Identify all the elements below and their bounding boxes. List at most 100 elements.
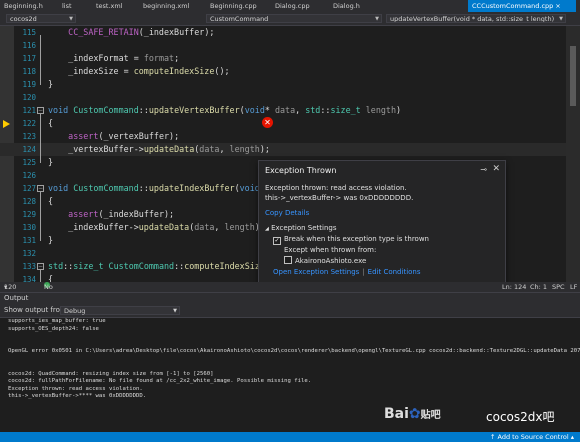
line-number: 134 [22, 275, 36, 282]
vertical-scrollbar[interactable] [566, 26, 580, 282]
whitespace-mode[interactable]: SPC [552, 282, 565, 292]
code-line[interactable]: 119} [0, 78, 580, 91]
output-line: this->_vertexBuffer->**** was 0xDDDDDDDD… [8, 393, 147, 399]
code-line[interactable]: 115 CC_SAFE_RETAIN(_indexBuffer); [0, 26, 580, 39]
code-line[interactable]: 122 { [0, 117, 580, 130]
code-text: { [48, 196, 54, 206]
watermark-text: cocos2dx吧 [486, 410, 555, 424]
output-line: supports_ies_map_buffer: true [8, 318, 106, 324]
code-text: } [48, 157, 54, 167]
close-tab-icon[interactable]: × [555, 2, 560, 10]
checkbox-unchecked-icon [284, 256, 292, 264]
line-number: 127 [22, 184, 36, 193]
chevron-down-icon: ▼ [173, 308, 177, 314]
fold-guide-line [40, 191, 41, 241]
pin-icon[interactable]: ⊸ [480, 165, 487, 174]
code-text: _vertexBuffer->updateData(data, length); [48, 144, 270, 154]
code-text: { [48, 274, 54, 282]
fold-guide-line [40, 113, 41, 163]
output-toolbar: Show output from: Debug ▼ [0, 304, 580, 318]
editor-status-row: 120 % ▾ No issues found Ln: 124 Ch: 1 SP… [0, 282, 580, 311]
code-line[interactable]: 116 [0, 39, 580, 52]
scope-dropdown[interactable]: CustomCommand ▼ [206, 14, 382, 23]
zoom-level[interactable]: 120 % ▾ [4, 282, 16, 301]
line-number: 128 [22, 197, 36, 206]
tab-cccustomcommand-cpp[interactable]: CCCustomCommand.cpp × [468, 0, 576, 12]
exception-settings-header[interactable]: ◢ Exception Settings [265, 224, 336, 232]
exception-helper-popup: Exception Thrown ⊸ ✕ Exception thrown: r… [258, 160, 506, 282]
code-line[interactable]: 124 _vertexBuffer->updateData(data, leng… [0, 143, 580, 156]
line-number: 124 [22, 145, 36, 154]
code-line[interactable]: 123 assert(_vertexBuffer); [0, 130, 580, 143]
output-line: cocos2d: fullPathForFilename: No file fo… [8, 378, 312, 384]
tab-beginning-cpp[interactable]: Beginning.cpp [210, 0, 265, 12]
current-statement-arrow-icon [3, 120, 10, 128]
output-line: OpenGL error 0x0501 in C:\Users\adrea\De… [8, 348, 580, 354]
chevron-down-icon: ▼ [559, 16, 563, 22]
exception-title: Exception Thrown [265, 166, 337, 175]
line-number: 116 [22, 41, 36, 50]
code-text: } [48, 235, 54, 245]
line-ending[interactable]: LF [570, 282, 577, 292]
output-line: supports_OES_depth24: false [8, 325, 99, 332]
baidu-tieba-logo: Bai✿贴吧 [384, 406, 441, 422]
code-text: _indexFormat = format; [48, 53, 180, 63]
code-text: std::size_t CustomCommand::computeIndexS… [48, 261, 275, 271]
code-text: _indexSize = computeIndexSize(); [48, 66, 230, 76]
break-when-thrown-checkbox[interactable]: ✓ Break when this exception type is throw… [273, 235, 429, 245]
checkbox-checked-icon: ✓ [273, 237, 281, 245]
line-number: 118 [22, 67, 36, 76]
line-number: 129 [22, 210, 36, 219]
line-number: 115 [22, 28, 36, 37]
tab-dialog-cpp[interactable]: Dialog.cpp [275, 0, 319, 12]
output-title: Output [4, 294, 29, 302]
project-dropdown[interactable]: cocos2d ▼ [6, 14, 76, 23]
tab-list[interactable]: list [62, 0, 82, 12]
status-bar: ↑ Add to Source Control ▴ [0, 432, 580, 442]
output-source-dropdown[interactable]: Debug ▼ [60, 306, 180, 315]
except-when-thrown-label: Except when thrown from: [284, 246, 377, 254]
scrollbar-thumb[interactable] [570, 46, 576, 106]
open-exception-settings-link[interactable]: Open Exception Settings [273, 268, 359, 276]
navigation-bar: cocos2d ▼ CustomCommand ▼ updateVertexBuff… [0, 12, 580, 26]
member-dropdown[interactable]: updateVertexBuffer(void * data, std::siz… [386, 14, 566, 23]
code-editor[interactable]: 115 CC_SAFE_RETAIN(_indexBuffer); 116 117 … [0, 26, 580, 282]
line-number: 125 [22, 158, 36, 167]
edit-conditions-link[interactable]: Edit Conditions [368, 268, 421, 276]
line-number: 130 [22, 223, 36, 232]
line-number: 131 [22, 236, 36, 245]
exception-message: Exception thrown: read access violation.… [265, 184, 414, 202]
tab-test-xml[interactable]: test.xml [96, 0, 136, 12]
code-text: assert(_indexBuffer); [68, 209, 175, 219]
fold-guide-line [40, 269, 41, 282]
error-icon[interactable]: ✕ [262, 117, 273, 128]
line-number: 117 [22, 54, 36, 63]
code-line[interactable]: 117 _indexFormat = format; [0, 52, 580, 65]
code-text: _indexBuffer->updateData(data, length); [48, 222, 265, 232]
output-panel-header: Output [0, 293, 580, 304]
code-line[interactable]: −121 void CustomCommand::updateVertexBuff… [0, 104, 580, 117]
close-icon[interactable]: ✕ [492, 164, 500, 174]
line-number: 132 [22, 249, 36, 258]
line-number: 121 [22, 106, 36, 115]
code-text: { [48, 118, 54, 128]
document-tab-bar: Beginning.h list test.xml beginning.xml … [0, 0, 580, 12]
line-number: Ln: 124 [502, 283, 527, 291]
code-text: } [48, 79, 54, 89]
line-number: 123 [22, 132, 36, 141]
except-module-checkbox[interactable]: AkaironoAshioto.exe [284, 256, 366, 265]
code-text: assert(_vertexBuffer); [68, 131, 180, 141]
code-text: void CustomCommand::updateVertexBuffer(v… [48, 105, 402, 115]
code-line[interactable]: 118 _indexSize = computeIndexSize(); [0, 65, 580, 78]
column-number: Ch: 1 [530, 283, 548, 291]
copy-details-link[interactable]: Copy Details [265, 209, 309, 217]
add-to-source-control-button[interactable]: ↑ Add to Source Control ▴ [490, 432, 574, 442]
fold-guide-line [40, 35, 41, 85]
code-line[interactable]: 120 [0, 91, 580, 104]
line-number: 126 [22, 171, 36, 180]
tab-beginning-h[interactable]: Beginning.h [4, 0, 50, 12]
tab-dialog-h[interactable]: Dialog.h [333, 0, 373, 12]
tab-beginning-xml[interactable]: beginning.xml [143, 0, 198, 12]
code-text: CC_SAFE_RETAIN(_indexBuffer); [68, 27, 215, 37]
line-number: 122 [22, 119, 36, 128]
